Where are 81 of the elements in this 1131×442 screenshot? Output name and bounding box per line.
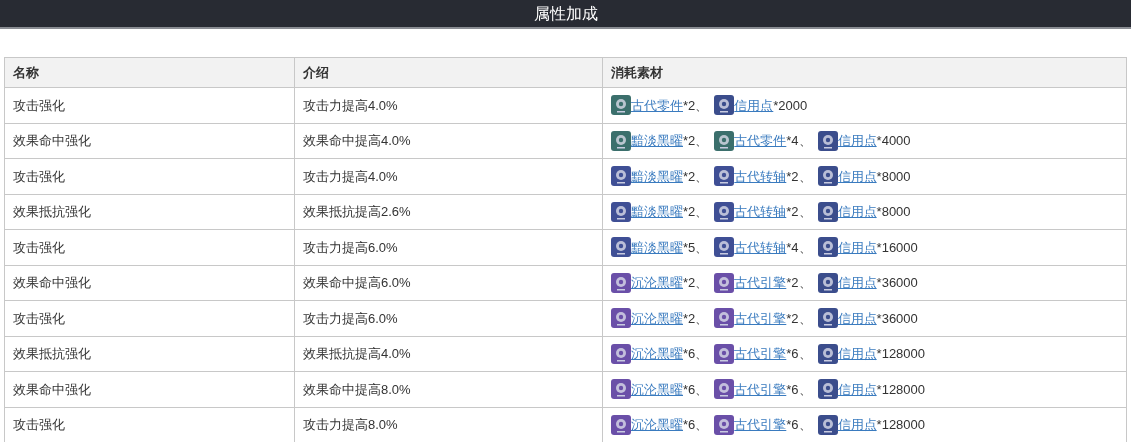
material-count: *128000 [876,380,926,399]
material-count: *2、 [786,309,812,328]
material-count: *128000 [876,416,926,434]
material-count: *6、 [786,380,812,399]
table-cell: 攻击力提高4.0% [294,158,603,194]
material-count: *2、 [683,167,709,186]
material-link[interactable]: 古代转轴 [734,202,787,222]
material-link[interactable]: 古代引擎 [734,308,787,328]
material-count: *6、 [786,416,812,434]
material-link[interactable]: 信用点 [837,202,877,222]
table-cell: 效果抵抗强化 [4,336,295,372]
table-cell: 效果抵抗提高4.0% [294,336,603,372]
table-cell: 攻击力提高6.0% [294,229,603,265]
table-cell: 效果命中提高4.0% [294,123,603,159]
material-count: *2、 [683,203,709,221]
table-cell: 效果命中提高8.0% [294,371,603,407]
material-link[interactable]: 信用点 [837,308,877,328]
table-cell: 攻击强化 [4,229,295,265]
material-count: *8000 [876,203,911,221]
material-count: *2、 [786,203,812,221]
material-count: *6、 [683,345,709,363]
material-count: *16000 [876,238,918,257]
material-count: *5、 [683,238,709,257]
table-cell: 效果命中强化 [4,265,295,301]
table-cell: 效果抵抗强化 [4,194,295,230]
material-count: *6、 [786,345,812,363]
material-link[interactable]: 沉沦黑曜 [631,344,683,364]
table-cell: 攻击强化 [4,407,295,442]
material-link[interactable]: 黯淡黑曜 [631,131,683,151]
column-header: 消耗素材 [602,57,1127,88]
material-count: *4、 [786,238,812,257]
material-link[interactable]: 沉沦黑曜 [631,415,683,435]
material-link[interactable]: 古代引擎 [734,415,787,435]
material-count: *36000 [876,274,918,292]
material-link[interactable]: 沉沦黑曜 [631,379,683,399]
table-cell: 攻击强化 [4,300,295,336]
material-count: *128000 [876,345,926,363]
material-link[interactable]: 沉沦黑曜 [631,273,683,293]
table-cell: 攻击力提高4.0% [294,87,603,123]
material-link[interactable]: 黯淡黑曜 [631,166,683,186]
material-count: *2、 [683,309,709,328]
material-link[interactable]: 古代引擎 [734,273,787,293]
table-cell: 攻击力提高6.0% [294,300,603,336]
material-count: *6、 [683,380,709,399]
material-count: *2000 [773,96,808,115]
material-count: *8000 [876,167,911,186]
table-cell: 攻击强化 [4,158,295,194]
table-cell: 攻击强化 [4,87,295,123]
material-link[interactable]: 信用点 [837,344,877,364]
material-count: *4、 [786,132,812,150]
material-count: *2、 [683,274,709,292]
material-link[interactable]: 信用点 [734,95,774,115]
table-cell: 效果命中强化 [4,123,295,159]
material-link[interactable]: 信用点 [837,166,877,186]
material-link[interactable]: 古代引擎 [734,344,787,364]
table-cell: 效果抵抗提高2.6% [294,194,603,230]
material-count: *2、 [683,132,709,150]
material-link[interactable]: 黯淡黑曜 [631,237,683,257]
material-count: *36000 [876,309,918,328]
column-header: 介绍 [294,57,603,88]
material-link[interactable]: 信用点 [837,415,877,435]
material-link[interactable]: 古代转轴 [734,237,787,257]
material-count: *6、 [683,416,709,434]
material-count: *2、 [786,274,812,292]
material-count: *4000 [876,132,911,150]
material-link[interactable]: 信用点 [837,131,877,151]
material-link[interactable]: 信用点 [837,237,877,257]
material-count: *2、 [786,167,812,186]
material-link[interactable]: 沉沦黑曜 [631,308,683,328]
material-link[interactable]: 古代零件 [631,95,683,115]
material-count: *2、 [683,96,709,115]
table-cell: 效果命中强化 [4,371,295,407]
material-link[interactable]: 信用点 [837,273,877,293]
material-link[interactable]: 黯淡黑曜 [631,202,683,222]
section-title: 属性加成 [533,3,598,24]
table-cell: 效果命中提高6.0% [294,265,603,301]
material-link[interactable]: 古代零件 [734,131,787,151]
material-link[interactable]: 信用点 [837,379,877,399]
material-link[interactable]: 古代转轴 [734,166,787,186]
column-header: 名称 [4,57,295,88]
material-link[interactable]: 古代引擎 [734,379,787,399]
